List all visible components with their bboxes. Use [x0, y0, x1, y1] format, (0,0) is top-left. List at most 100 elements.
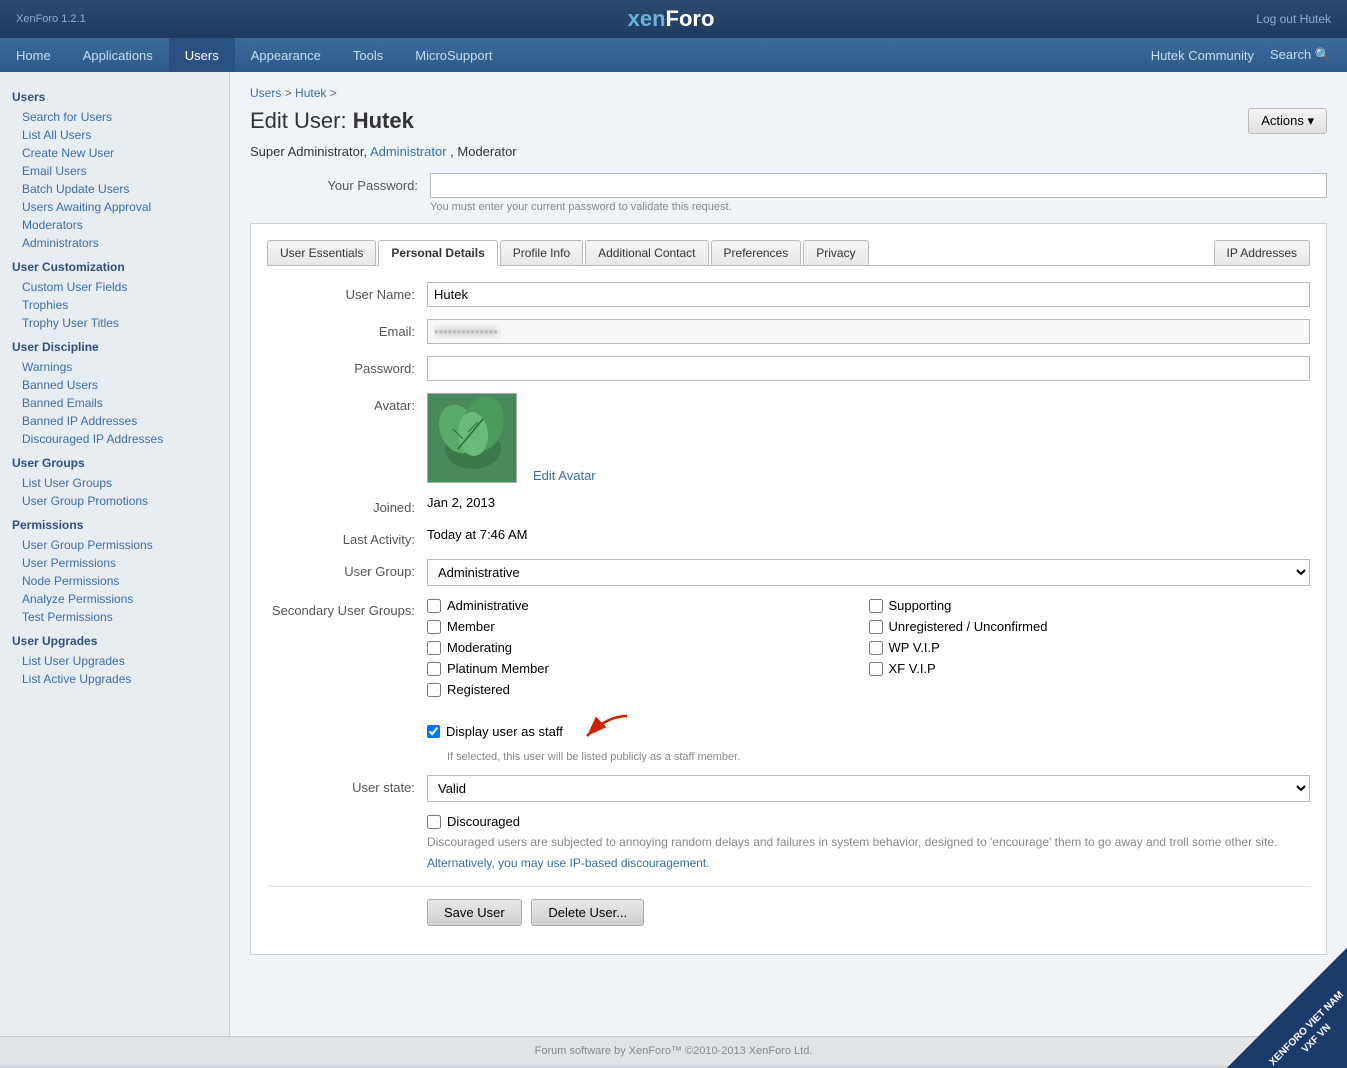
buttons-value: Save User Delete User...: [427, 899, 1310, 926]
your-password-input[interactable]: [430, 173, 1327, 198]
check-member[interactable]: [427, 620, 441, 634]
delete-user-button[interactable]: Delete User...: [531, 899, 644, 926]
checkbox-administrative: Administrative: [427, 598, 869, 613]
check-moderating[interactable]: [427, 641, 441, 655]
checkbox-moderating: Moderating: [427, 640, 869, 655]
username-input[interactable]: [427, 282, 1310, 307]
check-platinum[interactable]: [427, 662, 441, 676]
check-supporting-label: Supporting: [889, 598, 952, 613]
tab-ip-addresses[interactable]: IP Addresses: [1214, 240, 1311, 265]
check-platinum-label: Platinum Member: [447, 661, 549, 676]
sidebar-section-discipline: User Discipline: [0, 332, 229, 358]
tab-preferences[interactable]: Preferences: [711, 240, 802, 265]
sidebar-banned-ips[interactable]: Banned IP Addresses: [0, 412, 229, 430]
check-unregistered[interactable]: [869, 620, 883, 634]
email-input[interactable]: [427, 319, 1310, 344]
sidebar-search-users[interactable]: Search for Users: [0, 108, 229, 126]
sidebar-banned-emails[interactable]: Banned Emails: [0, 394, 229, 412]
ip-discourage-link[interactable]: Alternatively, you may use IP-based disc…: [427, 856, 710, 870]
last-activity-value: Today at 7:46 AM: [427, 527, 1310, 542]
footer-text: Forum software by XenForo™ ©2010-2013 Xe…: [535, 1045, 813, 1057]
email-label: Email:: [267, 319, 427, 339]
page-title-prefix: Edit User:: [250, 108, 347, 133]
user-group-select[interactable]: Administrative Member Moderating Registe…: [427, 559, 1310, 586]
checkbox-col-right: Supporting Unregistered / Unconfirmed WP…: [869, 598, 1311, 703]
nav-home[interactable]: Home: [0, 38, 67, 72]
user-state-select[interactable]: Valid Awaiting email confirmation Modera…: [427, 775, 1310, 802]
nav-microsupport[interactable]: MicroSupport: [399, 38, 508, 72]
sidebar-trophies[interactable]: Trophies: [0, 296, 229, 314]
sidebar-custom-fields[interactable]: Custom User Fields: [0, 278, 229, 296]
sidebar-list-groups[interactable]: List User Groups: [0, 474, 229, 492]
nav-tools[interactable]: Tools: [337, 38, 399, 72]
secondary-groups-row: Secondary User Groups: Administrative Me…: [267, 598, 1310, 763]
sidebar-group-permissions[interactable]: User Group Permissions: [0, 536, 229, 554]
sidebar-moderators[interactable]: Moderators: [0, 216, 229, 234]
tab-user-essentials[interactable]: User Essentials: [267, 240, 376, 265]
sidebar-group-promotions[interactable]: User Group Promotions: [0, 492, 229, 510]
logo-xen: xen: [628, 6, 666, 31]
save-user-button[interactable]: Save User: [427, 899, 522, 926]
sidebar-node-permissions[interactable]: Node Permissions: [0, 572, 229, 590]
breadcrumb-users[interactable]: Users: [250, 86, 281, 100]
check-unregistered-label: Unregistered / Unconfirmed: [889, 619, 1048, 634]
nav-applications[interactable]: Applications: [67, 38, 169, 72]
role-administrator-link[interactable]: Administrator: [370, 144, 447, 159]
sidebar-create-user[interactable]: Create New User: [0, 144, 229, 162]
sidebar-administrators[interactable]: Administrators: [0, 234, 229, 252]
nav-community[interactable]: Hutek Community: [1151, 48, 1254, 63]
password-value: [427, 356, 1310, 381]
display-staff-hint: If selected, this user will be listed pu…: [447, 751, 1310, 763]
discouraged-label-spacer: [267, 814, 427, 819]
sidebar-trophy-titles[interactable]: Trophy User Titles: [0, 314, 229, 332]
logout-link[interactable]: Log out Hutek: [1256, 12, 1331, 26]
top-header: XenForo 1.2.1 xenForo Log out Hutek: [0, 0, 1347, 38]
username-value: [427, 282, 1310, 307]
checkbox-col-left: Administrative Member Moderating: [427, 598, 869, 703]
role-line: Super Administrator, Administrator , Mod…: [250, 144, 1327, 159]
password-label: Password:: [267, 356, 427, 376]
tab-profile-info[interactable]: Profile Info: [500, 240, 583, 265]
checkbox-member: Member: [427, 619, 869, 634]
user-group-label: User Group:: [267, 559, 427, 579]
sidebar-analyze-permissions[interactable]: Analyze Permissions: [0, 590, 229, 608]
checkbox-registered: Registered: [427, 682, 869, 697]
watermark: XENFORO VIET NAMVXF VN: [1227, 948, 1347, 1068]
sidebar-email-users[interactable]: Email Users: [0, 162, 229, 180]
check-wp-vip[interactable]: [869, 641, 883, 655]
check-administrative-label: Administrative: [447, 598, 529, 613]
check-display-staff[interactable]: [427, 725, 440, 738]
actions-button[interactable]: Actions ▾: [1248, 108, 1327, 134]
sidebar-discouraged-ips[interactable]: Discouraged IP Addresses: [0, 430, 229, 448]
tab-privacy[interactable]: Privacy: [803, 240, 868, 265]
check-discouraged[interactable]: [427, 815, 441, 829]
sidebar-banned-users[interactable]: Banned Users: [0, 376, 229, 394]
password-input[interactable]: [427, 356, 1310, 381]
edit-avatar-link[interactable]: Edit Avatar: [533, 468, 596, 483]
check-administrative[interactable]: [427, 599, 441, 613]
nav-users[interactable]: Users: [169, 38, 235, 72]
sidebar-user-permissions[interactable]: User Permissions: [0, 554, 229, 572]
sidebar-batch-update[interactable]: Batch Update Users: [0, 180, 229, 198]
sidebar-active-upgrades[interactable]: List Active Upgrades: [0, 670, 229, 688]
nav-appearance[interactable]: Appearance: [235, 38, 337, 72]
sidebar-list-upgrades[interactable]: List User Upgrades: [0, 652, 229, 670]
nav-search[interactable]: Search 🔍: [1270, 47, 1331, 63]
secondary-groups-label: Secondary User Groups:: [267, 598, 427, 618]
tab-additional-contact[interactable]: Additional Contact: [585, 240, 708, 265]
check-xf-vip[interactable]: [869, 662, 883, 676]
sidebar-list-users[interactable]: List All Users: [0, 126, 229, 144]
user-group-value: Administrative Member Moderating Registe…: [427, 559, 1310, 586]
sidebar-awaiting-approval[interactable]: Users Awaiting Approval: [0, 198, 229, 216]
red-arrow-icon: [567, 711, 637, 751]
check-registered[interactable]: [427, 683, 441, 697]
tab-personal-details[interactable]: Personal Details: [378, 240, 497, 266]
checkbox-platinum: Platinum Member: [427, 661, 869, 676]
discouraged-value: Discouraged Discouraged users are subjec…: [427, 814, 1310, 870]
breadcrumb-hutek[interactable]: Hutek: [295, 86, 326, 100]
sidebar-warnings[interactable]: Warnings: [0, 358, 229, 376]
logo-foro: Foro: [666, 6, 715, 31]
check-supporting[interactable]: [869, 599, 883, 613]
buttons-label-spacer: [267, 899, 427, 904]
sidebar-test-permissions[interactable]: Test Permissions: [0, 608, 229, 626]
